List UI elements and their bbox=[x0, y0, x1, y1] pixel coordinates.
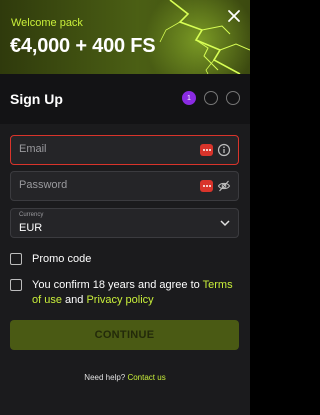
step-2 bbox=[204, 91, 218, 105]
welcome-pack-label: Welcome pack bbox=[11, 17, 83, 29]
terms-and: and bbox=[61, 294, 87, 306]
password-placeholder: Password bbox=[19, 179, 68, 191]
step-3 bbox=[226, 91, 240, 105]
page-title: Sign Up bbox=[10, 91, 63, 107]
currency-value: EUR bbox=[19, 222, 43, 234]
terms-checkbox[interactable] bbox=[10, 279, 22, 291]
currency-select[interactable]: Currency EUR bbox=[10, 208, 239, 238]
signup-header: Sign Up 1 bbox=[0, 74, 250, 124]
privacy-link[interactable]: Privacy policy bbox=[86, 294, 153, 306]
currency-label: Currency bbox=[19, 212, 44, 218]
promo-code-label: Promo code bbox=[32, 253, 92, 265]
promo-code-row[interactable]: Promo code bbox=[10, 253, 91, 267]
signup-modal: Welcome pack €4,000 + 400 FS Sign Up 1 E… bbox=[0, 0, 250, 415]
chevron-down-icon bbox=[220, 220, 230, 227]
terms-prefix: You confirm 18 years and agree to bbox=[32, 279, 203, 291]
welcome-banner: Welcome pack €4,000 + 400 FS bbox=[0, 0, 250, 74]
password-field[interactable]: Password bbox=[10, 171, 239, 201]
terms-text: You confirm 18 years and agree to Terms … bbox=[32, 278, 237, 308]
continue-button[interactable]: CONTINUE bbox=[10, 320, 239, 350]
step-1: 1 bbox=[182, 91, 196, 105]
terms-row: You confirm 18 years and agree to Terms … bbox=[10, 278, 237, 308]
welcome-pack-amount: €4,000 + 400 FS bbox=[10, 35, 156, 57]
help-line: Need help? Contact us bbox=[0, 373, 250, 382]
keyboard-icon[interactable] bbox=[200, 144, 213, 156]
eye-off-icon[interactable] bbox=[217, 179, 231, 193]
email-placeholder: Email bbox=[19, 143, 47, 155]
contact-link[interactable]: Contact us bbox=[127, 373, 165, 382]
email-field[interactable]: Email bbox=[10, 135, 239, 165]
step-indicator: 1 bbox=[182, 91, 240, 105]
close-icon[interactable] bbox=[226, 8, 242, 24]
info-icon bbox=[217, 143, 231, 157]
promo-code-checkbox[interactable] bbox=[10, 253, 22, 265]
keyboard-icon[interactable] bbox=[200, 180, 213, 192]
help-text: Need help? bbox=[84, 373, 126, 382]
